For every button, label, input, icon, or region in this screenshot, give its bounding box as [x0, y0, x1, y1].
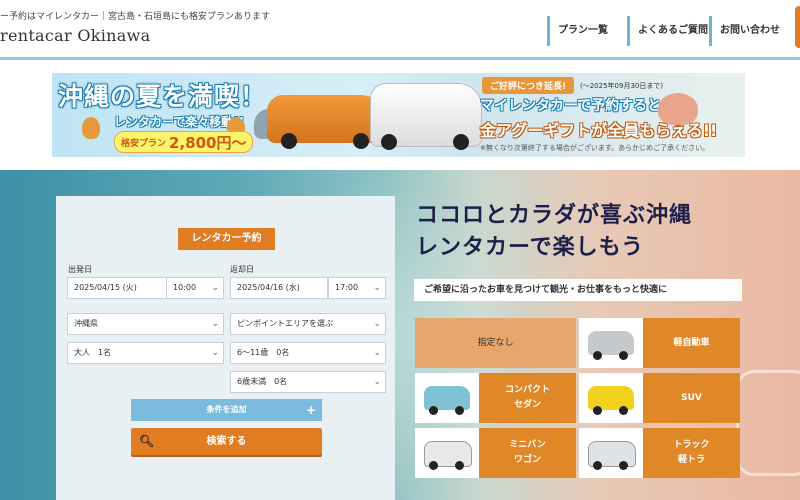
banner-promo-line1: マイレンタカーで予約すると — [480, 98, 662, 114]
header-tagline: ー予約はマイレンタカー｜宮古島・石垣島にも格安プランあります — [0, 12, 271, 22]
car-type-compact[interactable]: コンパクト セダン — [415, 373, 576, 423]
adults-value: 大人 1名 — [74, 348, 112, 357]
nav-plan-list[interactable]: プラン一覧 — [547, 16, 608, 46]
car-type-label: 指定なし — [477, 338, 514, 348]
car-type-label: トラック 軽トラ — [673, 440, 710, 465]
banner-ribbon: ご好評につき延長! — [482, 77, 575, 94]
departure-label: 出発日 — [68, 265, 92, 274]
promo-banner[interactable]: 沖縄の夏を満喫！ レンタカーで楽々移動!! 格安プラン 2,800円〜 ご好評に… — [52, 73, 745, 157]
search-button-label: 検索する — [206, 436, 247, 447]
add-conditions-button[interactable]: 条件を追加 + — [131, 399, 322, 421]
plan-name: 格安プラン — [121, 138, 167, 149]
children-under6-value: 6歳未満 0名 — [237, 377, 288, 386]
shell-icon — [658, 93, 698, 125]
chevron-down-icon: ⌄ — [373, 283, 381, 293]
chevron-down-icon: ⌄ — [373, 348, 381, 358]
car-type-truck[interactable]: トラック 軽トラ — [579, 428, 740, 478]
kei-car-icon — [579, 318, 643, 368]
truck-icon — [579, 428, 643, 478]
car-image — [370, 83, 482, 150]
banner-title: 沖縄の夏を満喫！ — [58, 82, 267, 111]
car-type-minivan[interactable]: ミニバン ワゴン — [415, 428, 576, 478]
nav-contact[interactable]: お問い合わせ — [709, 16, 780, 46]
car-outline-icon — [736, 370, 800, 476]
departure-date-field[interactable]: 2025/04/15 (火) — [67, 277, 167, 299]
minivan-icon — [415, 428, 479, 478]
suv-car-icon — [579, 373, 643, 423]
area-value: ピンポイントエリアを選ぶ — [237, 319, 333, 328]
banner-subtitle: レンタカーで楽々移動!! — [114, 115, 245, 129]
chevron-down-icon: ⌄ — [211, 319, 219, 329]
form-title: レンタカー予約 — [178, 228, 275, 250]
search-button[interactable]: 🔍︎ 検索する — [131, 428, 322, 455]
compact-car-icon — [415, 373, 479, 423]
chevron-down-icon: ⌄ — [211, 348, 219, 358]
departure-time-value: 10:00 — [173, 283, 197, 292]
children-6-11-select[interactable]: 6〜11歳 0名 ⌄ — [230, 342, 386, 364]
chevron-down-icon: ⌄ — [373, 319, 381, 329]
children-6-11-value: 6〜11歳 0名 — [237, 348, 290, 357]
banner-note: ※無くなり次第終了する場合がございます。あらかじめご了承ください。 — [480, 144, 710, 152]
car-type-label: コンパクト セダン — [504, 385, 550, 410]
car-image — [267, 95, 385, 149]
return-date-value: 2025/04/16 (水) — [237, 283, 300, 292]
site-header: ー予約はマイレンタカー｜宮古島・石垣島にも格安プランあります rentacar … — [0, 0, 800, 57]
plus-icon: + — [305, 403, 316, 417]
chevron-down-icon: ⌄ — [373, 377, 381, 387]
hero-subtitle: ご希望に沿ったお車を見つけて観光・お仕事をもっと快適に — [414, 279, 742, 301]
search-icon: 🔍︎ — [139, 434, 155, 448]
car-type-label: 軽自動車 — [673, 337, 710, 348]
shisa-icon — [82, 117, 100, 139]
nav-faq[interactable]: よくあるご質問 — [627, 16, 708, 46]
plan-price: 2,800円〜 — [169, 133, 247, 152]
car-type-suv[interactable]: SUV — [579, 373, 740, 423]
hero-title-line2: レンタカーで楽しもう — [416, 235, 645, 260]
add-conditions-label: 条件を追加 — [206, 405, 247, 414]
adults-select[interactable]: 大人 1名 ⌄ — [67, 342, 224, 364]
return-time-select[interactable]: 17:00 ⌄ — [328, 277, 386, 299]
area-select[interactable]: ピンポイントエリアを選ぶ ⌄ — [230, 313, 386, 335]
car-type-label: ミニバン ワゴン — [509, 440, 546, 465]
header-divider — [0, 57, 800, 60]
return-date-field[interactable]: 2025/04/16 (水) — [230, 277, 328, 299]
chevron-down-icon: ⌄ — [211, 283, 219, 293]
hero-title-line1: ココロとカラダが喜ぶ沖縄 — [416, 203, 693, 228]
site-logo[interactable]: rentacar Okinawa — [0, 26, 150, 45]
prefecture-value: 沖縄県 — [74, 319, 98, 328]
car-type-label: SUV — [681, 392, 702, 403]
return-time-value: 17:00 — [335, 283, 359, 292]
header-cta-button[interactable] — [795, 6, 800, 48]
departure-time-select[interactable]: 10:00 ⌄ — [166, 277, 224, 299]
hero-title: ココロとカラダが喜ぶ沖縄 レンタカーで楽しもう — [416, 200, 692, 264]
plan-badge: 格安プラン 2,800円〜 — [114, 131, 254, 153]
car-type-any[interactable]: 指定なし — [415, 318, 576, 368]
banner-period: (〜2025年09月30日まで) — [580, 82, 664, 90]
return-label: 返却日 — [230, 265, 254, 274]
children-under6-select[interactable]: 6歳未満 0名 ⌄ — [230, 371, 386, 393]
car-type-kei[interactable]: 軽自動車 — [579, 318, 740, 368]
prefecture-select[interactable]: 沖縄県 ⌄ — [67, 313, 224, 335]
departure-date-value: 2025/04/15 (火) — [74, 283, 137, 292]
